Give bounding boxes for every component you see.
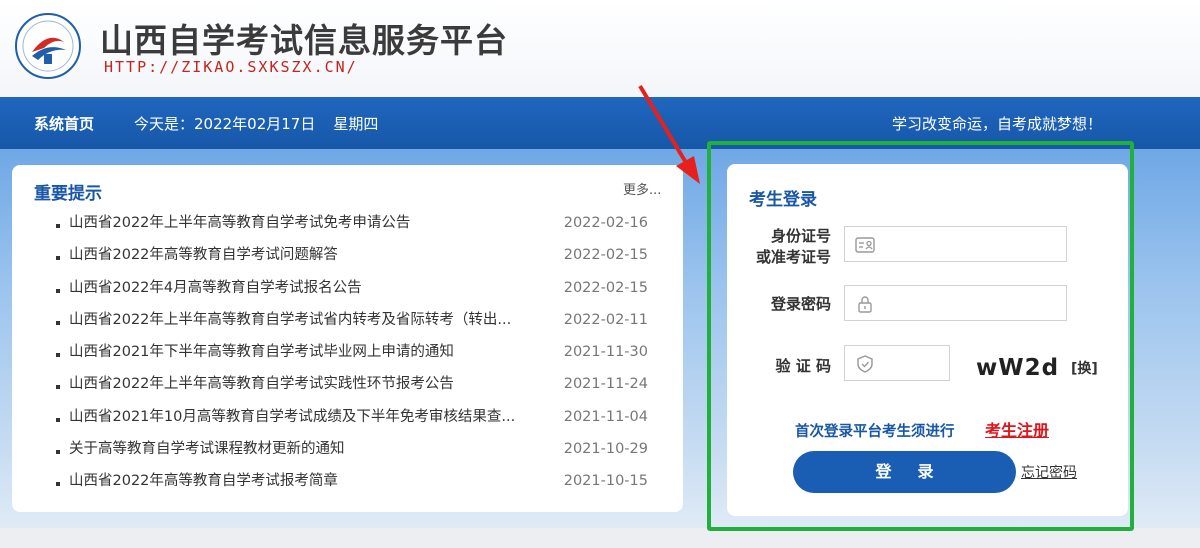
site-header: 山西自学考试信息服务平台 HTTP://ZIKAO.SXKSZX.CN/ — [0, 0, 1200, 97]
captcha-field[interactable] — [844, 345, 950, 382]
captcha-image[interactable]: wW2d — [976, 355, 1059, 381]
site-url[interactable]: HTTP://ZIKAO.SXKSZX.CN/ — [104, 58, 358, 76]
shield-icon — [857, 355, 873, 373]
date-text: 今天是：2022年02月17日 — [134, 115, 316, 133]
id-label-line1: 身份证号 — [770, 227, 831, 245]
id-label-line2: 或准考证号 — [755, 248, 831, 266]
red-arrow-icon — [638, 84, 700, 184]
notice-panel: 重要提示 更多... 山西省2022年上半年高等教育自学考试免考申请公告 2022… — [12, 165, 683, 512]
login-panel: 考生登录 身份证号 或准考证号 登录密码 验 证 码 wW2d [换] 首次登录… — [727, 164, 1128, 516]
lock-icon — [858, 296, 872, 313]
captcha-label: 验 证 码 — [775, 357, 831, 375]
notice-item-title[interactable]: 关于高等教育自学考试课程教材更新的通知 — [69, 435, 544, 463]
password-input[interactable] — [881, 286, 1064, 322]
notice-item-date: 2021-10-15 — [563, 473, 648, 490]
password-label: 登录密码 — [770, 295, 831, 313]
notice-item[interactable]: 山西省2022年高等教育自学考试报考简章 2021-10-15 — [52, 467, 662, 499]
password-field[interactable] — [844, 285, 1067, 322]
notice-item-date: 2021-11-04 — [563, 408, 648, 425]
notice-item-title[interactable]: 山西省2022年高等教育自学考试问题解答 — [69, 241, 544, 269]
notice-item[interactable]: 山西省2022年上半年高等教育自学考试省内转考及省际转考（转出... 2022-0… — [52, 306, 662, 338]
login-title: 考生登录 — [749, 190, 817, 210]
notice-item[interactable]: 山西省2022年高等教育自学考试问题解答 2022-02-15 — [52, 241, 662, 273]
notice-item[interactable]: 山西省2021年10月高等教育自学考试成绩及下半年免考审核结果查... 2021-… — [52, 403, 662, 435]
notice-item[interactable]: 山西省2022年4月高等教育自学考试报名公告 2022-02-15 — [52, 274, 662, 306]
notice-item-title[interactable]: 山西省2021年10月高等教育自学考试成绩及下半年免考审核结果查... — [69, 403, 544, 431]
exam-logo-icon — [15, 13, 81, 79]
notice-item-date: 2021-11-24 — [563, 376, 648, 393]
notice-item[interactable]: 山西省2022年上半年高等教育自学考试免考申请公告 2022-02-16 — [52, 209, 662, 241]
notice-item[interactable]: 关于高等教育自学考试课程教材更新的通知 2021-10-29 — [52, 435, 662, 467]
notice-item-title[interactable]: 山西省2022年4月高等教育自学考试报名公告 — [69, 274, 544, 302]
login-button[interactable]: 登录 — [793, 451, 1016, 493]
id-label: 身份证号 或准考证号 — [753, 226, 831, 268]
notice-item-date: 2021-10-29 — [563, 441, 648, 458]
current-date: 今天是：2022年02月17日 星期四 — [134, 113, 396, 134]
notice-item-date: 2022-02-16 — [563, 215, 648, 231]
id-card-icon — [855, 237, 875, 253]
forgot-password-link[interactable]: 忘记密码 — [1021, 462, 1077, 482]
notice-item-title[interactable]: 山西省2021年下半年高等教育自学考试毕业网上申请的通知 — [69, 338, 544, 366]
slogan: 学习改变命运，自考成就梦想！ — [891, 115, 1102, 133]
notice-list: 山西省2022年上半年高等教育自学考试免考申请公告 2022-02-16 山西省2… — [52, 209, 662, 500]
notice-item-date: 2022-02-15 — [563, 279, 648, 296]
captcha-input[interactable] — [881, 346, 947, 382]
notice-item[interactable]: 山西省2021年下半年高等教育自学考试毕业网上申请的通知 2021-11-30 — [52, 338, 662, 370]
notice-item-date: 2021-11-30 — [563, 344, 648, 361]
id-number-input[interactable] — [881, 227, 1064, 263]
site-title: 山西自学考试信息服务平台 — [100, 21, 508, 60]
register-hint: 首次登录平台考生须进行 — [795, 424, 955, 440]
weekday-text: 星期四 — [333, 115, 379, 133]
id-number-field[interactable] — [844, 226, 1067, 263]
notice-item-title[interactable]: 山西省2022年上半年高等教育自学考试实践性环节报考公告 — [69, 370, 544, 398]
register-link[interactable]: 考生注册 — [985, 417, 1049, 441]
footer-strip — [0, 528, 1200, 548]
notice-item[interactable]: 山西省2022年上半年高等教育自学考试实践性环节报考公告 2021-11-24 — [52, 370, 662, 402]
notice-item-date: 2022-02-11 — [563, 311, 648, 328]
notice-item-title[interactable]: 山西省2022年上半年高等教育自学考试省内转考及省际转考（转出... — [69, 306, 544, 334]
notice-title: 重要提示 — [34, 184, 102, 204]
notice-item-title[interactable]: 山西省2022年上半年高等教育自学考试免考申请公告 — [69, 209, 544, 237]
notice-item-title[interactable]: 山西省2022年高等教育自学考试报考简章 — [69, 467, 544, 495]
captcha-refresh-button[interactable]: [换] — [1071, 358, 1098, 378]
nav-home-link[interactable]: 系统首页 — [34, 113, 94, 134]
notice-item-date: 2022-02-15 — [563, 247, 648, 264]
